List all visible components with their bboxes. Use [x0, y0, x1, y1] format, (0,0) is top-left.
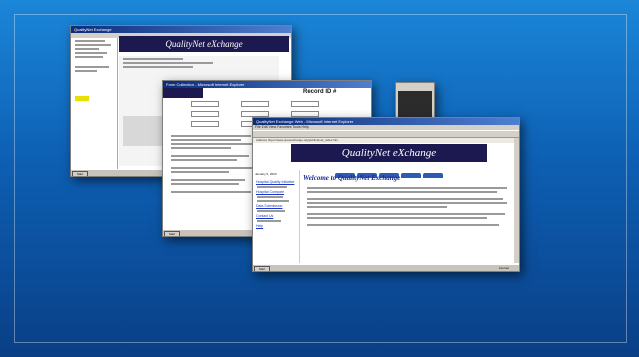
status-text: Internet: [498, 266, 509, 270]
slide-background: QualityNet Exchange QualityNet eXchange …: [0, 0, 639, 357]
welcome-heading: Welcome to QualityNet Exchange: [303, 174, 401, 182]
window-title: QualityNet Exchange Web - Microsoft Inte…: [253, 118, 519, 125]
logo-mark: [75, 96, 89, 101]
scrollbar[interactable]: [514, 138, 519, 263]
address-bar[interactable]: Address https://www.qnetexchange.org/pub…: [253, 138, 519, 143]
form-heading: Record ID #: [303, 89, 337, 95]
start-button[interactable]: Start: [164, 231, 180, 236]
form-logo: [163, 88, 203, 98]
status-bar: Start Internet: [253, 264, 519, 271]
sidebar-link[interactable]: Contact Us: [253, 214, 294, 218]
sidebar-link[interactable]: Data Submission: [253, 204, 294, 208]
page-date: January 5, 2003: [255, 172, 277, 176]
window-title: QualityNet Exchange: [71, 26, 291, 33]
sidebar-link[interactable]: Hospital Quality Initiative: [253, 180, 294, 184]
main-content: Welcome to QualityNet Exchange: [303, 174, 513, 228]
header-banner: QualityNet eXchange: [291, 144, 487, 162]
screenshot-browser: QualityNet Exchange Web - Microsoft Inte…: [252, 117, 520, 272]
sidebar-link[interactable]: Help: [253, 224, 294, 228]
browser-toolbar[interactable]: [253, 130, 519, 138]
sidebar: January 5, 2003 Hospital Quality Initiat…: [253, 170, 300, 263]
window-title: Form Collection - Microsoft Internet Exp…: [163, 81, 371, 88]
left-panel: [71, 38, 118, 170]
sidebar-link[interactable]: Hospital Compare: [253, 190, 294, 194]
header-banner: QualityNet eXchange: [119, 36, 289, 52]
form-questions: [167, 133, 262, 195]
start-button[interactable]: Start: [72, 171, 88, 176]
start-button[interactable]: Start: [254, 266, 270, 271]
